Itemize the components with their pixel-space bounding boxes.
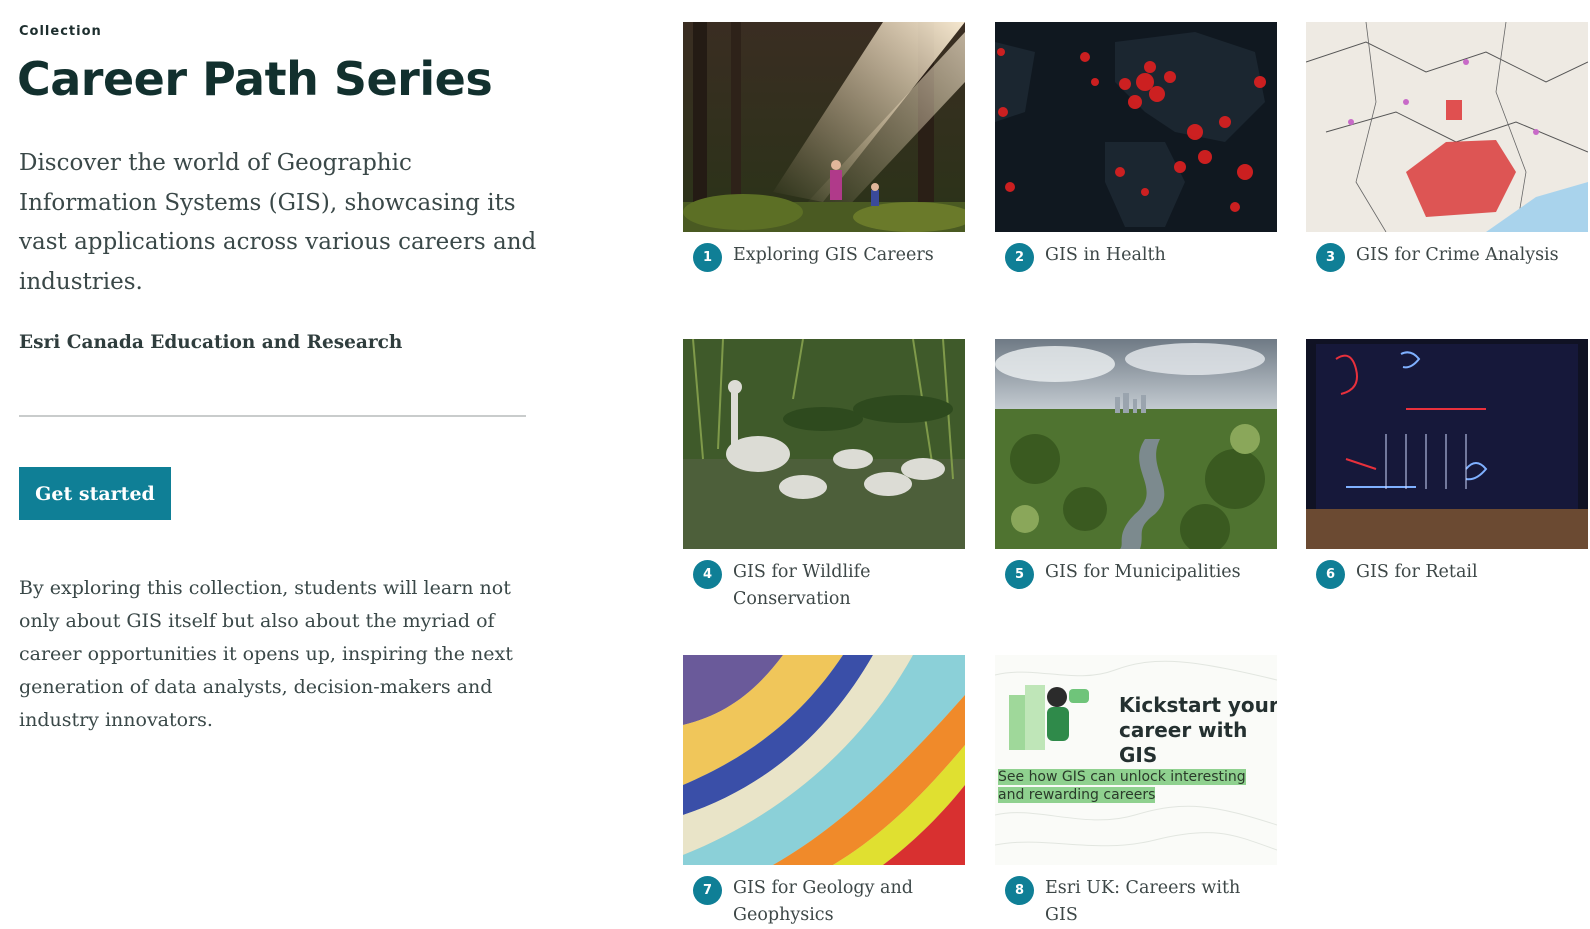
card-thumbnail-forest[interactable]: [683, 22, 965, 232]
card-title[interactable]: GIS for Crime Analysis: [1356, 245, 1559, 265]
card-thumbnail-swans[interactable]: [683, 339, 965, 549]
card-thumbnail-crime-map[interactable]: [1306, 22, 1588, 232]
item-number-badge: 8: [1005, 876, 1034, 905]
card-thumbnail-retail[interactable]: [1306, 339, 1588, 549]
item-number-badge: 6: [1316, 560, 1345, 589]
card-gis-for-municipalities[interactable]: 5 GIS for Municipalities: [995, 339, 1277, 589]
promo-title: Kickstart your career with GIS: [1119, 693, 1277, 767]
card-title[interactable]: GIS for Geology and Geophysics: [733, 878, 913, 925]
collection-description: Discover the world of Geographic Informa…: [19, 150, 537, 295]
card-gis-in-health[interactable]: 2 GIS in Health: [995, 22, 1277, 272]
get-started-button[interactable]: Get started: [19, 467, 171, 520]
card-thumbnail-terrain[interactable]: [683, 655, 965, 865]
collection-eyebrow: Collection: [19, 24, 102, 39]
card-thumbnail-kickstart-promo[interactable]: Kickstart your career with GIS See how GI…: [995, 655, 1277, 865]
card-title[interactable]: GIS for Wildlife Conservation: [733, 562, 871, 609]
item-number-badge: 1: [693, 243, 722, 272]
divider: [19, 415, 526, 417]
card-title[interactable]: Esri UK: Careers with GIS: [1045, 878, 1240, 925]
card-title[interactable]: GIS for Retail: [1356, 562, 1478, 582]
card-title[interactable]: Exploring GIS Careers: [733, 245, 934, 265]
card-thumbnail-health-map[interactable]: [995, 22, 1277, 232]
card-gis-for-geology-and-geophysics[interactable]: 7 GIS for Geology and Geophysics: [683, 655, 965, 929]
card-exploring-gis-careers[interactable]: 1 Exploring GIS Careers: [683, 22, 965, 272]
card-esri-uk-careers-with-gis[interactable]: Kickstart your career with GIS See how GI…: [995, 655, 1277, 929]
card-thumbnail-city-river[interactable]: [995, 339, 1277, 549]
item-number-badge: 7: [693, 876, 722, 905]
item-number-badge: 3: [1316, 243, 1345, 272]
card-gis-for-crime-analysis[interactable]: 3 GIS for Crime Analysis: [1306, 22, 1588, 272]
collection-body-text: By exploring this collection, students w…: [19, 577, 513, 731]
card-gis-for-wildlife-conservation[interactable]: 4 GIS for Wildlife Conservation: [683, 339, 965, 613]
card-gis-for-retail[interactable]: 6 GIS for Retail: [1306, 339, 1588, 589]
card-title[interactable]: GIS in Health: [1045, 245, 1166, 265]
collection-author: Esri Canada Education and Research: [19, 332, 403, 353]
promo-subtitle: See how GIS can unlock interesting and re…: [998, 769, 1246, 803]
item-number-badge: 2: [1005, 243, 1034, 272]
item-number-badge: 5: [1005, 560, 1034, 589]
card-title[interactable]: GIS for Municipalities: [1045, 562, 1241, 582]
item-number-badge: 4: [693, 560, 722, 589]
page-title: Career Path Series: [17, 52, 493, 106]
